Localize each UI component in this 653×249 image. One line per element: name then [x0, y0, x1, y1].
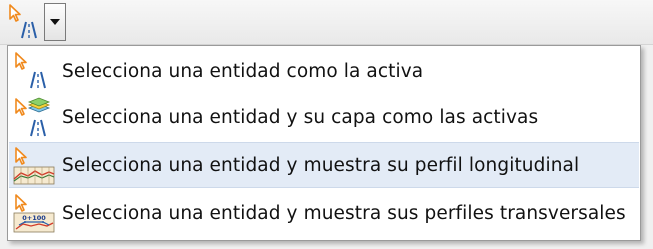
cross-section-icon: 0+100	[13, 194, 55, 233]
chevron-down-icon	[50, 19, 60, 25]
select-entity-road-icon	[9, 4, 37, 39]
select-entity-layer-icon	[15, 97, 51, 137]
menu-item-select-entity-active[interactable]: Selecciona una entidad como la activa	[9, 48, 639, 94]
menu-item-label: Selecciona una entidad y muestra su perf…	[62, 154, 580, 176]
toolbar	[0, 0, 653, 45]
cross-section-station-label: 0+100	[22, 214, 46, 222]
select-entity-road-icon	[15, 52, 46, 89]
menu-item-select-entity-layer-active[interactable]: Selecciona una entidad y su capa como la…	[9, 94, 639, 140]
dropdown-menu: Selecciona una entidad como la activa Se…	[7, 45, 641, 241]
dropdown-arrow-button[interactable]	[44, 3, 66, 41]
menu-item-label: Selecciona una entidad y muestra sus per…	[62, 202, 626, 224]
select-entity-split-button[interactable]	[4, 2, 70, 42]
longitudinal-profile-icon	[13, 147, 55, 185]
menu-item-label: Selecciona una entidad como la activa	[62, 60, 424, 82]
menu-item-label: Selecciona una entidad y su capa como la…	[62, 106, 539, 128]
select-entity-button[interactable]	[4, 2, 44, 42]
menu-item-longitudinal-profile[interactable]: Selecciona una entidad y muestra su perf…	[9, 142, 639, 188]
menu-item-cross-sections[interactable]: 0+100 Selecciona una entidad y muestra s…	[9, 190, 639, 236]
